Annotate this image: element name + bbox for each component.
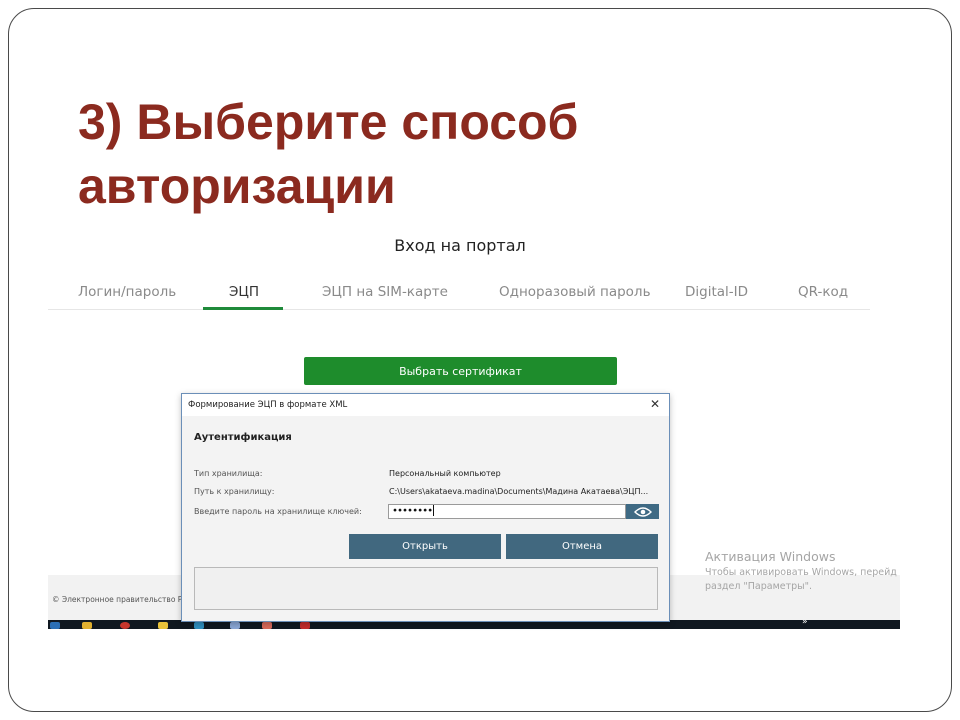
app-icon[interactable] [194, 622, 204, 629]
text-caret [433, 505, 435, 516]
close-icon[interactable]: ✕ [647, 396, 663, 412]
xml-signature-dialog: Формирование ЭЦП в формате XML ✕ Аутенти… [181, 393, 670, 622]
slide-title-line-2: авторизации [78, 158, 396, 214]
storage-path-value: C:\Users\akataeva.madina\Documents\Мадин… [389, 487, 649, 496]
activation-line-2: раздел "Параметры". [705, 581, 813, 592]
portal-title: Вход на портал [394, 236, 526, 255]
auth-method-tabs: Логин/пароль ЭЦП ЭЦП на SIM-карте Однора… [48, 280, 870, 310]
open-button[interactable]: Открыть [349, 534, 501, 559]
active-tab-indicator [203, 307, 283, 310]
chrome-icon[interactable] [120, 622, 130, 629]
tab-ecp-sim[interactable]: ЭЦП на SIM-карте [322, 284, 448, 300]
dialog-heading: Аутентификация [194, 432, 292, 443]
app-icon[interactable] [262, 622, 272, 629]
slide-title-line-1: 3) Выберите способ [78, 94, 579, 150]
dialog-titlebar[interactable]: Формирование ЭЦП в формате XML ✕ [182, 394, 669, 416]
password-value: •••••••• [392, 505, 433, 517]
footer-copyright: © Электронное правительство Ре [52, 595, 187, 604]
tab-qr-code[interactable]: QR-код [798, 284, 848, 300]
eye-icon [633, 506, 652, 517]
dialog-body: Аутентификация Тип хранилища: Персональн… [182, 416, 669, 621]
app-icon[interactable] [158, 622, 168, 629]
password-label: Введите пароль на хранилище ключей: [194, 507, 362, 516]
explorer-icon[interactable] [82, 622, 92, 629]
dialog-message-area [194, 567, 658, 610]
start-icon[interactable] [50, 622, 60, 629]
app-icon[interactable] [300, 622, 310, 629]
storage-path-label: Путь к хранилищу: [194, 487, 275, 496]
storage-type-label: Тип хранилища: [194, 469, 263, 478]
tab-login-password[interactable]: Логин/пароль [78, 284, 176, 300]
storage-type-value: Персональный компьютер [389, 469, 501, 478]
activation-line-1: Чтобы активировать Windows, перейд [705, 567, 897, 578]
tab-ecp[interactable]: ЭЦП [229, 284, 259, 300]
windows-activation-watermark: Активация Windows Чтобы активировать Win… [705, 548, 900, 594]
cancel-button[interactable]: Отмена [506, 534, 658, 559]
activation-title: Активация Windows [705, 549, 836, 564]
app-icon[interactable] [230, 622, 240, 629]
tab-one-time-password[interactable]: Одноразовый пароль [499, 284, 651, 300]
tab-digital-id[interactable]: Digital-ID [685, 284, 748, 300]
select-certificate-button[interactable]: Выбрать сертификат [304, 357, 617, 385]
password-input[interactable]: •••••••• [388, 504, 626, 519]
dialog-title: Формирование ЭЦП в формате XML [188, 400, 348, 410]
chevron-double-up-icon[interactable]: » [802, 620, 808, 627]
slide-title: 3) Выберите способ авторизации [78, 90, 778, 218]
show-password-button[interactable] [626, 504, 659, 519]
